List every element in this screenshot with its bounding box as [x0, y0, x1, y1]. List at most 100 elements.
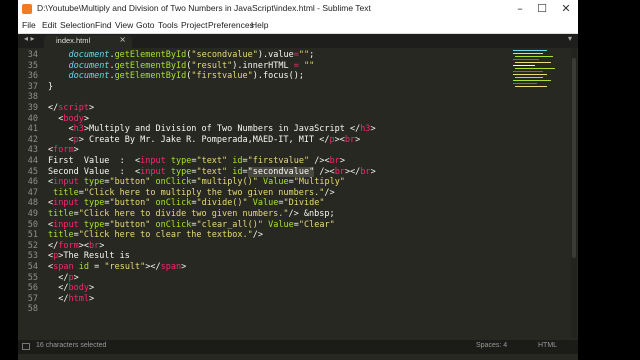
code-line: document.getElementById("result").innerH… — [48, 61, 314, 72]
code-token: > — [88, 283, 95, 294]
code-token: type — [170, 156, 192, 166]
code-token: > — [88, 103, 95, 113]
line-number: 47 — [27, 187, 38, 198]
code-token: "secondvalue" — [247, 166, 315, 177]
code-line: <input type="button" onClick="multiply()… — [48, 177, 345, 188]
code-token: < — [48, 134, 74, 145]
minimize-button[interactable]: – — [508, 1, 532, 17]
tab-index-html[interactable]: index.html × — [44, 35, 132, 48]
menu-tools[interactable]: Tools — [158, 20, 178, 30]
panel-toggle-icon[interactable] — [22, 343, 30, 350]
code-line: <h3>Multiply and Division of Two Numbers… — [48, 124, 375, 135]
code-token: "text" — [196, 166, 228, 177]
line-number: 40 — [27, 113, 38, 124]
code-token: > — [73, 145, 79, 156]
code-token: getElementById — [114, 50, 187, 60]
close-button[interactable]: ✕ — [554, 1, 578, 17]
code-token: ; — [309, 50, 315, 60]
code-token: />< — [314, 166, 335, 177]
code-line: </html> — [48, 294, 94, 305]
code-token: "result" — [104, 262, 146, 272]
code-token: >The Result is — [58, 251, 130, 262]
line-number: 56 — [27, 283, 38, 294]
code-token: br — [334, 166, 345, 177]
code-token: onClick — [155, 219, 192, 230]
sublime-window: D:\Youtube\Multiply and Division of Two … — [18, 0, 578, 360]
code-token: form — [58, 240, 79, 251]
tab-dropdown-icon[interactable]: ▾ — [568, 34, 572, 43]
line-number: 54 — [27, 262, 38, 272]
code-token: html — [68, 293, 89, 304]
code-token: onClick — [155, 198, 192, 209]
code-token: > — [370, 166, 376, 177]
menu-help[interactable]: Help — [251, 20, 268, 30]
line-number: 45 — [27, 166, 38, 177]
code-token: "Multiply" — [293, 177, 345, 188]
code-token: "firstvalue" — [247, 156, 310, 166]
code-token: = — [242, 166, 248, 177]
tab-close-icon[interactable]: × — [119, 35, 126, 44]
menu-preferences[interactable]: Preferences — [208, 20, 254, 30]
code-token: /> — [324, 187, 335, 198]
code-line: </script> — [48, 103, 94, 114]
code-token: "multiply()" — [196, 177, 258, 188]
code-token: >< — [78, 240, 89, 251]
line-number: 37 — [27, 81, 38, 92]
code-token: /> — [252, 230, 263, 241]
code-token: span — [53, 262, 74, 272]
menu-goto[interactable]: Goto — [136, 20, 154, 30]
code-token: h3 — [73, 124, 84, 135]
code-line: title="Click here to clear the textbox."… — [48, 230, 263, 241]
menu-file[interactable]: File — [22, 20, 36, 30]
code-token: "button" — [109, 177, 151, 188]
code-token: input — [53, 219, 79, 230]
code-token: Value — [252, 198, 279, 209]
maximize-button[interactable]: ☐ — [530, 1, 554, 17]
code-token: </ — [48, 283, 69, 294]
line-number: 51 — [27, 230, 38, 241]
code-token: "Click here to multiply the two given nu… — [83, 187, 325, 198]
line-number: 50 — [27, 219, 38, 230]
minimap[interactable] — [513, 48, 569, 108]
tab-nav-arrows[interactable]: ◂ ▸ — [24, 34, 35, 43]
code-line: document.getElementById("secondvalue").v… — [48, 50, 314, 61]
code-editor[interactable]: document.getElementById("secondvalue").v… — [48, 48, 508, 338]
menu-selection[interactable]: Selection — [60, 20, 95, 30]
code-line: title="Click here to divide two given nu… — [48, 209, 335, 220]
code-line: title="Click here to multiply the two gi… — [48, 188, 335, 199]
code-line: <form> — [48, 145, 79, 156]
menu-view[interactable]: View — [115, 20, 133, 30]
code-token: "secondvalue" — [191, 50, 258, 60]
code-token: > — [99, 240, 105, 251]
code-token: } — [48, 81, 54, 92]
indentation-setting[interactable]: Spaces: 4 — [476, 342, 507, 349]
code-token: "" — [298, 50, 310, 60]
status-bar: 16 characters selected Spaces: 4 HTML — [18, 340, 578, 354]
code-token: </ — [48, 240, 59, 251]
code-token: "Divide" — [283, 198, 325, 209]
code-token: document — [68, 60, 110, 71]
code-token: getElementById — [114, 60, 187, 71]
code-token: > — [83, 113, 89, 124]
code-token: Value — [263, 177, 289, 188]
sublime-app-icon — [22, 4, 32, 14]
code-token: < — [48, 124, 74, 135]
code-token: br — [329, 156, 340, 166]
menu-edit[interactable]: Edit — [42, 20, 57, 30]
menu-project[interactable]: Project — [181, 20, 207, 30]
code-token: type — [83, 177, 105, 188]
code-token: getElementById — [114, 71, 187, 82]
vertical-scrollbar[interactable] — [571, 48, 577, 338]
code-line: </form><br> — [48, 241, 104, 252]
code-token: input — [140, 156, 166, 166]
code-token: />< — [309, 156, 330, 166]
scrollbar-thumb[interactable] — [572, 58, 576, 258]
syntax-setting[interactable]: HTML — [538, 342, 557, 349]
code-line: <body> — [48, 114, 89, 125]
code-token: </ — [350, 166, 361, 177]
menu-find[interactable]: Find — [95, 20, 112, 30]
line-number: 35 — [27, 60, 38, 71]
code-line: <input type="button" onClick="divide()" … — [48, 198, 324, 209]
line-number: 49 — [27, 209, 38, 219]
